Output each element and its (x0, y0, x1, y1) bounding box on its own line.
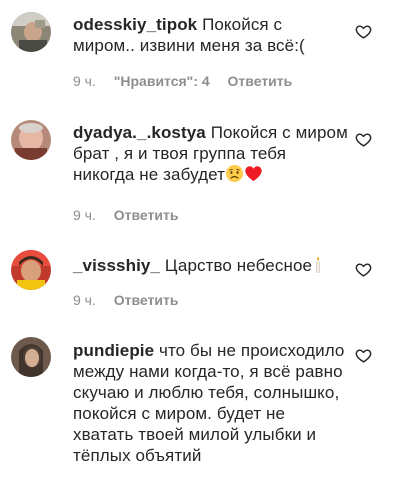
avatar[interactable] (11, 337, 51, 377)
comment-username[interactable]: _vissshiy_ (73, 256, 160, 275)
heart-outline-icon[interactable] (355, 347, 372, 364)
comments-list: odesskiy_tipok Покойся с миром.. извини … (0, 0, 407, 478)
red-heart-emoji (245, 166, 262, 182)
comment-time[interactable]: 9 ч. (73, 73, 96, 89)
comment-body: pundiepie что бы не происходило между на… (73, 340, 348, 466)
comment-meta: 9 ч. "Нравится": 4 Ответить (73, 73, 306, 89)
candle-emoji (316, 256, 320, 273)
avatar[interactable] (11, 120, 51, 160)
comment-body: odesskiy_tipok Покойся с миром.. извини … (73, 14, 348, 56)
heart-outline-icon[interactable] (355, 261, 372, 278)
comment-item: odesskiy_tipok Покойся с миром.. извини … (0, 0, 407, 110)
comment-username[interactable]: pundiepie (73, 341, 154, 360)
comment-item: _vissshiy_ Царство небесное 9 ч. Ответит… (0, 235, 407, 325)
comment-item: dyadya._.kostya Покойся с миром брат , я… (0, 110, 407, 235)
avatar[interactable] (11, 12, 51, 52)
comment-meta: 9 ч. Ответить (73, 207, 192, 223)
reply-button[interactable]: Ответить (114, 207, 179, 223)
heart-outline-icon[interactable] (355, 23, 372, 40)
heart-outline-icon[interactable] (355, 131, 372, 148)
comment-body: dyadya._.kostya Покойся с миром брат , я… (73, 122, 348, 185)
reply-button[interactable]: Ответить (228, 73, 293, 89)
comment-username[interactable]: dyadya._.kostya (73, 123, 206, 142)
comment-meta: 9 ч. Ответить (73, 292, 192, 308)
comment-text: Царство небесное (164, 256, 313, 275)
comment-time[interactable]: 9 ч. (73, 292, 96, 308)
disappointed-face-emoji (225, 164, 244, 183)
comment-likes[interactable]: "Нравится": 4 (114, 73, 210, 89)
reply-button[interactable]: Ответить (114, 292, 179, 308)
comment-username[interactable]: odesskiy_tipok (73, 15, 197, 34)
comment-time[interactable]: 9 ч. (73, 207, 96, 223)
comment-item: pundiepie что бы не происходило между на… (0, 325, 407, 478)
comment-body: _vissshiy_ Царство небесное (73, 255, 348, 276)
avatar[interactable] (11, 250, 51, 290)
